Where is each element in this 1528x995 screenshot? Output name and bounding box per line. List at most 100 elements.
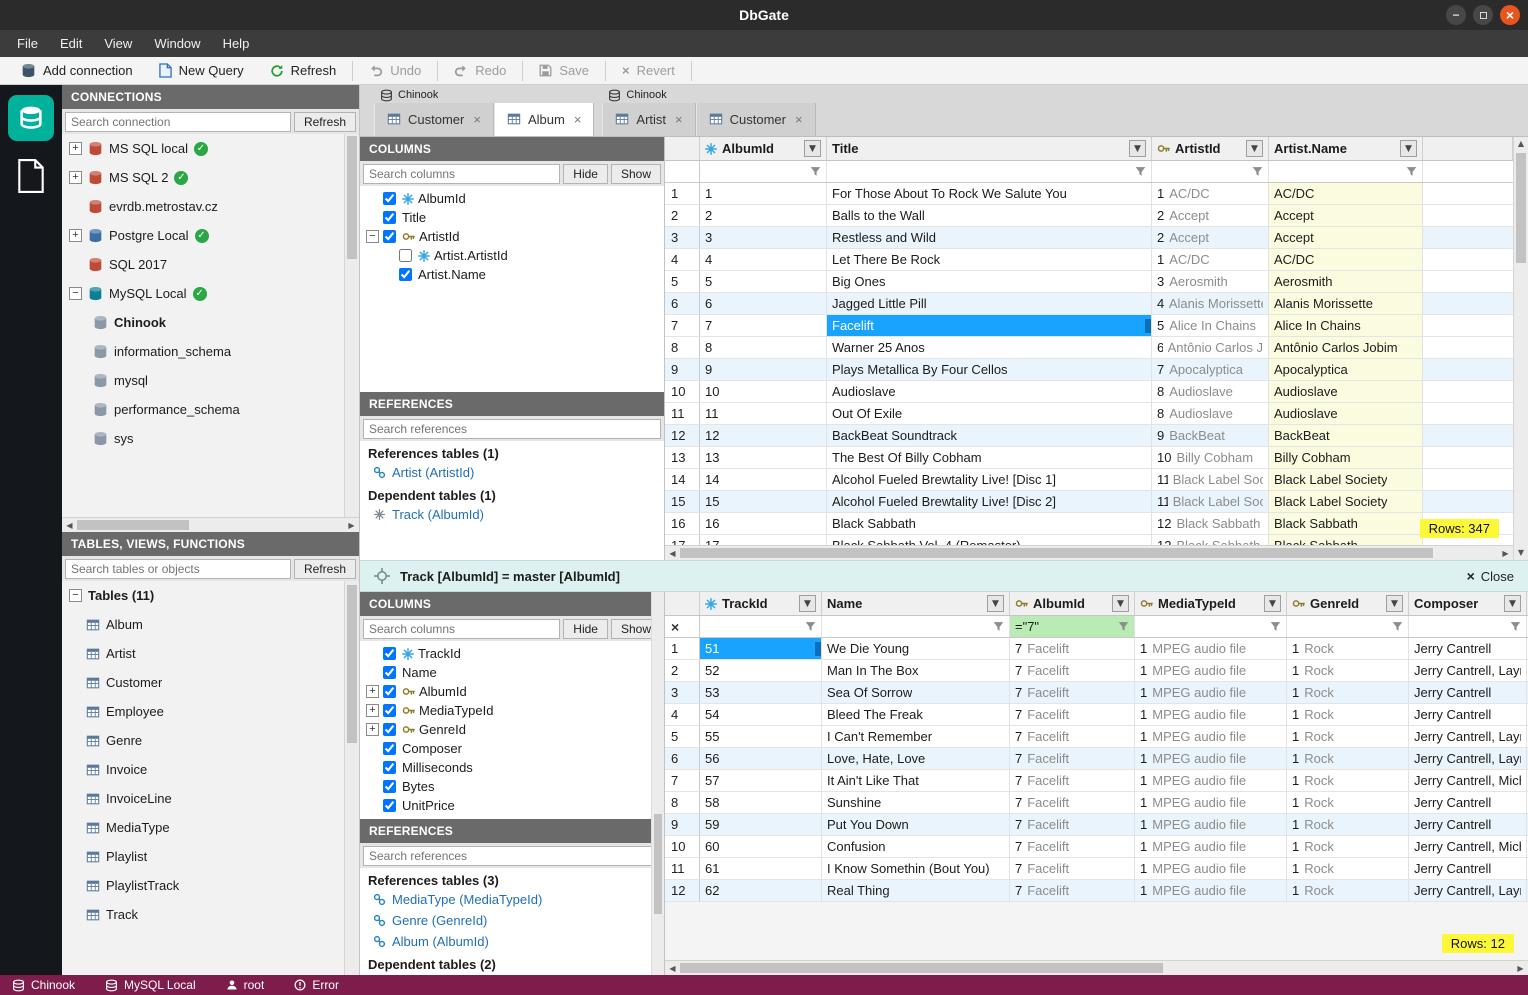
row-number[interactable]: 12 (665, 425, 700, 446)
status-root[interactable]: root (226, 978, 264, 992)
grid-cell[interactable]: 1 MPEG audio file (1135, 792, 1287, 813)
grid-cell[interactable]: 7 Facelift (1010, 748, 1135, 769)
column-checkbox[interactable] (383, 647, 396, 660)
column-header-albumid[interactable]: AlbumId ▼ (700, 137, 827, 160)
grid-cell[interactable]: Jerry Cantrell, Layne Staley (1409, 880, 1527, 901)
filter-cell-albumid[interactable] (700, 161, 827, 182)
grid-cell[interactable]: 7 Apocalyptica (1152, 359, 1269, 380)
filter-funnel-icon[interactable] (993, 621, 1004, 632)
column-header-title[interactable]: Title ▼ (827, 137, 1152, 160)
grid-cell[interactable]: Jerry Cantrell, Layne Staley (1409, 726, 1527, 747)
tables-vscrollbar[interactable] (344, 581, 359, 975)
connection-item-sys[interactable]: sys (62, 424, 359, 453)
grid-cell[interactable]: 7 Facelift (1010, 726, 1135, 747)
column-header-trackid[interactable]: TrackId ▼ (700, 592, 822, 615)
save-button[interactable]: Save (526, 60, 602, 81)
references-search-input[interactable] (363, 418, 661, 439)
menu-window[interactable]: Window (143, 32, 211, 55)
grid-cell[interactable]: BackBeat (1269, 425, 1423, 446)
expander-icon[interactable]: + (69, 142, 82, 155)
grid-cell[interactable]: 7 (700, 315, 827, 336)
grid-cell[interactable]: Antônio Carlos Jobim (1269, 337, 1423, 358)
row-number[interactable]: 4 (665, 249, 700, 270)
column-checkbox[interactable] (383, 666, 396, 679)
connection-item-mysql-local[interactable]: − MySQL Local ✓ (62, 279, 359, 308)
grid-cell[interactable]: 7 Facelift (1010, 836, 1135, 857)
table-item-album[interactable]: Album (62, 610, 359, 639)
grid-cell[interactable]: 8 (700, 337, 827, 358)
scroll-thumb[interactable] (654, 814, 662, 914)
chevron-down-icon[interactable]: ▼ (799, 595, 816, 612)
column-checkbox[interactable] (383, 685, 396, 698)
revert-button[interactable]: × Revert (609, 60, 688, 81)
grid-cell[interactable]: We Die Young (822, 638, 1010, 659)
connection-item-performance-schema[interactable]: performance_schema (62, 395, 359, 424)
filter-cell-composer[interactable] (1409, 616, 1527, 637)
tab-close-icon[interactable]: × (574, 112, 582, 127)
grid-cell[interactable]: Warner 25 Anos (827, 337, 1152, 358)
scroll-thumb[interactable] (1516, 153, 1526, 263)
redo-button[interactable]: Redo (441, 60, 519, 81)
column-item-composer[interactable]: Composer (360, 739, 664, 758)
connection-item-chinook[interactable]: Chinook (62, 308, 359, 337)
grid-cell[interactable]: Sunshine (822, 792, 1010, 813)
grid-cell[interactable]: 3 (700, 227, 827, 248)
grid-cell[interactable]: AC/DC (1269, 183, 1423, 204)
row-number[interactable]: 11 (665, 858, 700, 879)
row-number[interactable]: 5 (665, 271, 700, 292)
grid-cell[interactable]: Jagged Little Pill (827, 293, 1152, 314)
grid-cell[interactable]: Jerry Cantrell (1409, 682, 1527, 703)
undo-button[interactable]: Undo (356, 60, 434, 81)
grid-cell[interactable]: Audioslave (827, 381, 1152, 402)
grid-cell[interactable]: Black Sabbath (827, 513, 1152, 534)
column-checkbox[interactable] (383, 742, 396, 755)
grid-cell[interactable]: Man In The Box (822, 660, 1010, 681)
grid-cell[interactable]: BackBeat Soundtrack (827, 425, 1152, 446)
grid-cell[interactable]: Black Label Society (1269, 491, 1423, 512)
grid-cell[interactable]: 11 Black Label Society (1152, 469, 1269, 490)
clear-filter-icon[interactable]: × (671, 620, 679, 634)
grid-cell[interactable]: 1 Rock (1287, 660, 1409, 681)
row-number[interactable]: 3 (665, 227, 700, 248)
grid-cell[interactable]: 62 (700, 880, 822, 901)
expander-icon[interactable]: + (366, 704, 379, 717)
grid-cell[interactable]: Sea Of Sorrow (822, 682, 1010, 703)
grid-cell[interactable]: Alice In Chains (1269, 315, 1423, 336)
table-item-track[interactable]: Track (62, 900, 359, 929)
grid-cell[interactable]: 10 Billy Cobham (1152, 447, 1269, 468)
grid-cell[interactable]: 56 (700, 748, 822, 769)
filter-funnel-icon[interactable] (1270, 621, 1281, 632)
grid-cell[interactable]: 8 Audioslave (1152, 403, 1269, 424)
connection-item-sql-2017[interactable]: SQL 2017 (62, 250, 359, 279)
grid-cell[interactable]: 7 Facelift (1010, 814, 1135, 835)
grid-cell[interactable]: I Know Somethin (Bout You) (822, 858, 1010, 879)
grid-cell[interactable]: Jerry Cantrell (1409, 704, 1527, 725)
grid-cell[interactable]: Jerry Cantrell, Layne Staley (1409, 748, 1527, 769)
grid-cell[interactable]: 53 (700, 682, 822, 703)
tables-group[interactable]: − Tables (11) (62, 581, 359, 610)
column-item-artistid[interactable]: − ArtistId (360, 227, 664, 246)
grid-cell[interactable]: 1 Rock (1287, 704, 1409, 725)
reference-link-album-albumid[interactable]: Album (AlbumId) (360, 931, 664, 952)
chevron-down-icon[interactable]: ▼ (987, 595, 1004, 612)
grid-cell[interactable]: Alanis Morissette (1269, 293, 1423, 314)
grid-cell[interactable]: It Ain't Like That (822, 770, 1010, 791)
status-chinook[interactable]: Chinook (12, 978, 75, 992)
grid-cell[interactable]: 1 MPEG audio file (1135, 770, 1287, 791)
grid-cell[interactable]: 1 MPEG audio file (1135, 748, 1287, 769)
grid-cell[interactable]: 13 (700, 447, 827, 468)
connection-item-postgre-local[interactable]: + Postgre Local ✓ (62, 221, 359, 250)
filter-cell-artistid[interactable] (1152, 161, 1269, 182)
row-number[interactable]: 8 (665, 792, 700, 813)
grid-cell[interactable]: Put You Down (822, 814, 1010, 835)
grid-cell[interactable]: Alcohol Fueled Brewtality Live! [Disc 2] (827, 491, 1152, 512)
grid-cell[interactable]: 60 (700, 836, 822, 857)
grid-cell[interactable]: Audioslave (1269, 381, 1423, 402)
connection-item-mysql[interactable]: mysql (62, 366, 359, 395)
filter-cell-title[interactable] (827, 161, 1152, 182)
table-item-mediatype[interactable]: MediaType (62, 813, 359, 842)
grid-cell[interactable]: 59 (700, 814, 822, 835)
row-number[interactable]: 6 (665, 748, 700, 769)
chevron-down-icon[interactable]: ▼ (1246, 140, 1263, 157)
menu-view[interactable]: View (93, 32, 143, 55)
